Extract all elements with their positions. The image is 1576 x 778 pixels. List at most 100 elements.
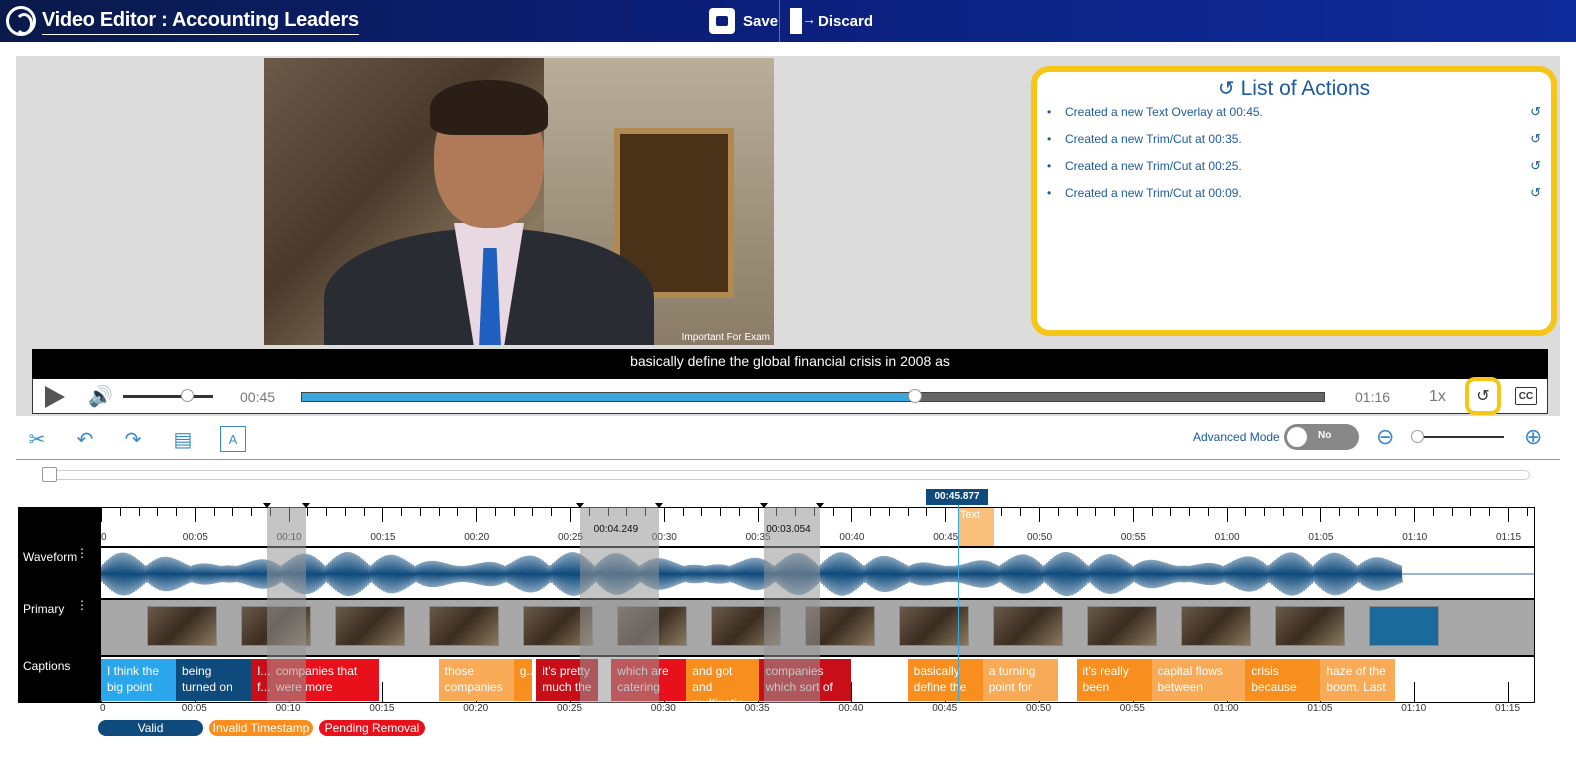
save-button[interactable]: Save bbox=[709, 6, 778, 36]
save-icon bbox=[709, 8, 735, 34]
ruler-tick bbox=[251, 508, 253, 516]
volume-knob[interactable] bbox=[181, 389, 194, 402]
cut-marker[interactable] bbox=[262, 503, 271, 508]
ruler-tick bbox=[851, 508, 853, 522]
undo-icon[interactable]: ↺ bbox=[1530, 158, 1541, 174]
ruler-tick bbox=[945, 508, 947, 522]
cut-region[interactable] bbox=[266, 507, 307, 703]
legend-pending: Pending Removal bbox=[319, 720, 425, 736]
undo-icon[interactable]: ↶ bbox=[72, 426, 98, 452]
ruler-tick bbox=[1451, 508, 1453, 516]
tick-label: 00:15 bbox=[369, 703, 395, 714]
cc-button[interactable]: CC bbox=[1515, 387, 1537, 405]
tick-label: 0 bbox=[101, 532, 107, 543]
tick-label: 00:10 bbox=[275, 703, 301, 714]
cut-marker[interactable] bbox=[302, 503, 311, 508]
undo-icon[interactable]: ↺ bbox=[1530, 104, 1541, 120]
caption-clip[interactable]: it's really been bbox=[1076, 659, 1152, 701]
ruler-tick bbox=[1076, 508, 1078, 516]
cut-region[interactable] bbox=[580, 507, 660, 703]
video-thumbnail bbox=[1275, 606, 1345, 646]
tick-label: 00:05 bbox=[181, 703, 207, 714]
discard-button[interactable]: Discard bbox=[788, 6, 873, 36]
action-item: Created a new Trim/Cut at 00:09. ↺ bbox=[1047, 185, 1545, 212]
track-menu-icon[interactable]: ⋮ bbox=[76, 599, 88, 611]
ruler-tick bbox=[1132, 508, 1134, 522]
current-time: 00:45 bbox=[240, 388, 276, 405]
ruler-tick bbox=[701, 508, 703, 516]
ruler-tick bbox=[570, 508, 571, 522]
zoom-slider[interactable] bbox=[1416, 436, 1504, 438]
caption-clip[interactable]: capital flows between bbox=[1151, 659, 1246, 701]
caption-clip[interactable]: a turning point for bbox=[982, 659, 1058, 701]
ruler-tick bbox=[551, 508, 553, 516]
timeline-scrollbar[interactable] bbox=[44, 470, 1530, 480]
track-label-captions: Captions bbox=[18, 656, 100, 703]
ruler-tick bbox=[494, 508, 496, 516]
caption-clip[interactable]: and got and multinatio... bbox=[686, 659, 762, 701]
cut-marker[interactable] bbox=[655, 503, 664, 508]
caption-clip[interactable]: those companies bbox=[438, 659, 514, 701]
tick-label: 01:15 bbox=[1496, 532, 1522, 543]
ruler-tick bbox=[1395, 508, 1397, 516]
playhead-time[interactable]: 00:45.877 bbox=[926, 489, 988, 505]
undo-icon[interactable]: ↺ bbox=[1530, 185, 1541, 201]
advanced-mode-toggle[interactable]: No bbox=[1284, 424, 1359, 450]
playhead[interactable] bbox=[958, 505, 959, 703]
zoom-out-icon[interactable]: ⊖ bbox=[1376, 424, 1394, 450]
scissors-icon[interactable]: ✂ bbox=[24, 426, 50, 452]
cut-marker[interactable] bbox=[816, 503, 825, 508]
caption-clip[interactable]: being turned on bbox=[176, 659, 252, 701]
ruler-tick bbox=[307, 508, 309, 516]
cut-marker[interactable] bbox=[576, 503, 585, 508]
ruler-tick bbox=[1320, 508, 1322, 522]
progress-bar[interactable] bbox=[301, 389, 1325, 403]
caption-clip[interactable]: I think the big point bbox=[101, 659, 177, 701]
play-button[interactable] bbox=[45, 379, 65, 414]
ruler-tick bbox=[888, 508, 890, 516]
ruler-tick bbox=[1526, 508, 1528, 516]
ruler-tick bbox=[682, 508, 684, 516]
ruler-tick bbox=[832, 508, 834, 516]
track-menu-icon[interactable]: ⋮ bbox=[76, 547, 88, 559]
tick-label: 01:05 bbox=[1308, 532, 1334, 543]
tick-label: 00:15 bbox=[370, 532, 396, 543]
ruler-tick bbox=[738, 508, 740, 516]
ruler-tick bbox=[382, 508, 384, 522]
track-name: Waveform bbox=[23, 550, 78, 564]
toolbar-divider bbox=[779, 0, 780, 42]
caption-clip[interactable]: crisis because bbox=[1245, 659, 1321, 701]
video-thumbnail bbox=[147, 606, 217, 646]
undo-icon[interactable]: ↺ bbox=[1530, 131, 1541, 147]
ruler-tick bbox=[1357, 508, 1359, 516]
ruler-tick bbox=[232, 508, 234, 516]
ruler-tick bbox=[213, 508, 215, 516]
video-thumbnail bbox=[429, 606, 499, 646]
ruler-tick bbox=[663, 508, 665, 522]
zoom-knob[interactable] bbox=[1411, 430, 1424, 443]
redo-icon[interactable]: ↷ bbox=[120, 426, 146, 452]
text-overlay-icon[interactable]: A bbox=[220, 426, 246, 452]
cut-region[interactable] bbox=[764, 507, 821, 703]
cut-marker[interactable] bbox=[760, 503, 769, 508]
history-button[interactable]: ↺ bbox=[1465, 377, 1501, 415]
playback-speed[interactable]: 1x bbox=[1429, 379, 1446, 414]
volume-icon[interactable]: 🔊 bbox=[88, 379, 113, 414]
caption-clip[interactable]: basically define the bbox=[907, 659, 983, 701]
discard-icon bbox=[788, 8, 816, 34]
progress-knob[interactable] bbox=[908, 389, 923, 403]
volume-slider[interactable] bbox=[123, 395, 213, 398]
caption-clip[interactable]: haze of the boom. Last bbox=[1320, 659, 1396, 701]
timeline-scroll-handle[interactable] bbox=[42, 467, 57, 482]
ruler-tick bbox=[1095, 508, 1097, 516]
ruler-tick bbox=[1339, 508, 1341, 516]
presentation-icon[interactable]: ▤ bbox=[170, 426, 196, 452]
caption-clip[interactable]: g... bbox=[513, 659, 533, 701]
ruler-tick bbox=[1020, 508, 1022, 516]
zoom-in-icon[interactable]: ⊕ bbox=[1524, 424, 1542, 450]
text-overlay-clip[interactable]: Text bbox=[958, 508, 994, 546]
track-label-primary: Primary ⋮ bbox=[18, 599, 100, 656]
ruler-tick bbox=[1151, 508, 1153, 516]
video-preview[interactable]: Important For Exam bbox=[264, 58, 774, 345]
ruler-tick bbox=[1301, 508, 1303, 516]
